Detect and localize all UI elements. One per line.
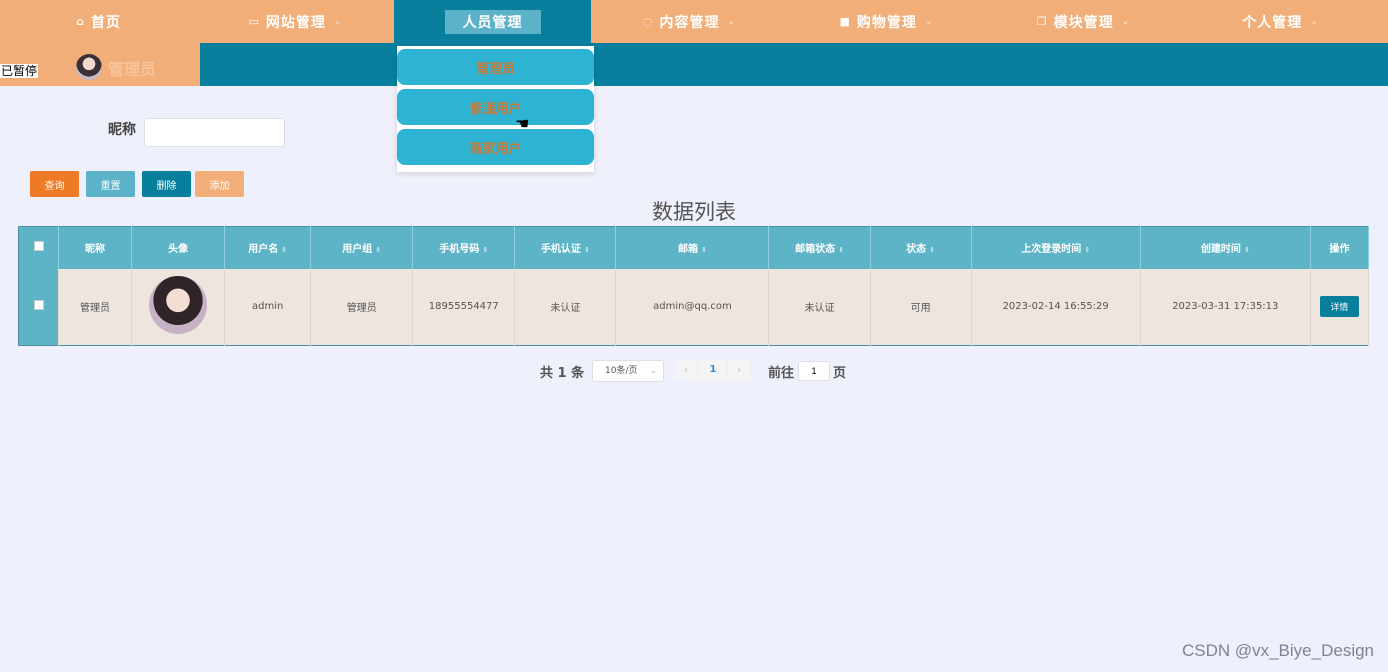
nav-module-label: 模块管理 — [1053, 14, 1114, 31]
goto-unit: 页 — [833, 366, 847, 381]
nickname-label: 昵称 — [108, 122, 136, 138]
home-icon: ⌂ — [76, 15, 85, 28]
col-email[interactable]: 邮箱 ⇕ — [615, 226, 770, 269]
nickname-input[interactable] — [144, 118, 285, 147]
prev-page-button[interactable]: ‹ — [675, 360, 697, 380]
cell-phone: 18955554477 — [412, 268, 516, 346]
delete-button[interactable]: 删除 — [142, 171, 191, 197]
cell-action: 详情 — [1310, 268, 1370, 346]
watermark: CSDN @vx_Biye_Design — [1181, 641, 1374, 660]
col-created[interactable]: 创建时间 ⇕ — [1140, 226, 1311, 269]
cell-status: 可用 — [870, 268, 972, 346]
pagination: 共 1 条 10条/页 ⌄ ‹ 1 › 前往 页 — [0, 360, 1388, 382]
nav-personnel-management[interactable]: 人员管理 — [394, 0, 591, 43]
nav-personal-management[interactable]: 个人管理 ⌄ — [1182, 0, 1379, 43]
nav-module-management[interactable]: ❐ 模块管理 ⌄ — [985, 0, 1182, 43]
cell-username: admin — [224, 268, 312, 346]
nav-personal-label: 个人管理 — [1242, 14, 1303, 31]
cell-created: 2023-03-31 17:35:13 — [1140, 268, 1311, 346]
sort-icon[interactable]: ⇕ — [838, 245, 844, 254]
dropdown-item-admin[interactable]: 管理员 — [397, 49, 594, 85]
sort-icon[interactable]: ⇕ — [1084, 245, 1090, 254]
bag-icon: ■ — [839, 15, 851, 28]
reset-button[interactable]: 重置 — [86, 171, 135, 197]
col-action: 操作 — [1310, 226, 1370, 269]
select-all-cell — [18, 226, 60, 269]
col-username[interactable]: 用户名 ⇕ — [224, 226, 312, 269]
nav-content-management[interactable]: ◌ 内容管理 ⌄ — [591, 0, 788, 43]
table-header-row: 昵称 头像 用户名 ⇕ 用户组 ⇕ 手机号码 ⇕ 手机认证 ⇕ 邮箱 ⇕ 邮箱状态 ⇕ 状态… — [18, 226, 1370, 269]
nav-shopping-management[interactable]: ■ 购物管理 ⌄ — [788, 0, 985, 43]
add-button[interactable]: 添加 — [195, 171, 244, 197]
nav-personnel-label: 人员管理 — [444, 9, 541, 34]
user-avatar-image — [149, 276, 208, 335]
dropdown-item-merchant-user[interactable]: 商家用户 — [397, 129, 594, 165]
dropdown-item-normal-user[interactable]: 普通用户 — [397, 89, 594, 125]
query-button[interactable]: 查询 — [30, 171, 79, 197]
page-number-current[interactable]: 1 — [700, 360, 726, 380]
chevron-down-icon: ⌄ — [727, 16, 737, 27]
col-avatar: 头像 — [131, 226, 226, 269]
row-select-cell — [18, 268, 60, 346]
col-nickname: 昵称 — [58, 226, 133, 269]
cell-nickname: 管理员 — [58, 268, 133, 346]
cell-avatar — [131, 268, 226, 346]
nav-home[interactable]: ⌂ 首页 — [0, 0, 197, 43]
nav-home-label: 首页 — [90, 14, 121, 31]
page-size-value: 10条/页 — [605, 366, 638, 376]
cell-last-login: 2023-02-14 16:55:29 — [971, 268, 1141, 346]
hand-cursor-icon: ☚ — [515, 114, 530, 133]
goto-page-input[interactable] — [798, 361, 830, 381]
nav-shopping-label: 购物管理 — [856, 14, 917, 31]
chevron-down-icon: ⌄ — [333, 16, 343, 27]
sort-icon[interactable]: ⇕ — [482, 245, 488, 254]
copy-icon: ❐ — [1036, 15, 1048, 28]
cell-email-status: 未认证 — [768, 268, 871, 346]
col-group[interactable]: 用户组 ⇕ — [310, 226, 414, 269]
nav-content-label: 内容管理 — [659, 14, 720, 31]
goto-label: 前往 — [768, 366, 795, 381]
monitor-icon: ▭ — [248, 15, 260, 28]
sub-bar — [0, 43, 1388, 86]
sort-icon[interactable]: ⇕ — [281, 245, 287, 254]
personnel-dropdown-menu: 管理员 普通用户 商家用户 — [397, 46, 594, 172]
next-page-button[interactable]: › — [728, 360, 750, 380]
chevron-down-icon: ⌄ — [1121, 16, 1131, 27]
chat-icon: ◌ — [642, 15, 654, 28]
select-all-checkbox[interactable] — [33, 241, 44, 252]
col-status[interactable]: 状态 ⇕ — [870, 226, 972, 269]
cell-phone-verify: 未认证 — [514, 268, 617, 346]
sort-icon[interactable]: ⇕ — [375, 245, 381, 254]
chevron-down-icon: ⌄ — [649, 366, 657, 376]
col-phone-verify[interactable]: 手机认证 ⇕ — [514, 226, 617, 269]
col-last-login[interactable]: 上次登录时间 ⇕ — [971, 226, 1141, 269]
sort-icon[interactable]: ⇕ — [1244, 245, 1250, 254]
nav-site-label: 网站管理 — [265, 14, 326, 31]
sort-icon[interactable]: ⇕ — [584, 245, 590, 254]
list-title: 数据列表 — [652, 200, 736, 224]
paused-label: 已暂停 — [0, 64, 39, 78]
col-phone[interactable]: 手机号码 ⇕ — [412, 226, 516, 269]
chevron-down-icon: ⌄ — [1310, 16, 1319, 27]
detail-button[interactable]: 详情 — [1319, 296, 1359, 318]
user-name[interactable]: 管理员 — [108, 56, 156, 80]
table-row: 管理员 admin 管理员 18955554477 未认证 admin@qq.c… — [18, 268, 1370, 346]
nav-site-management[interactable]: ▭ 网站管理 ⌄ — [197, 0, 394, 43]
chevron-down-icon: ⌄ — [924, 16, 934, 27]
sort-icon[interactable]: ⇕ — [929, 245, 935, 254]
top-nav: ⌂ 首页 ▭ 网站管理 ⌄ 人员管理 ◌ 内容管理 ⌄ ■ 购物管理 ⌄ ❐ 模… — [0, 0, 1388, 43]
row-checkbox[interactable] — [33, 300, 44, 311]
data-table: 昵称 头像 用户名 ⇕ 用户组 ⇕ 手机号码 ⇕ 手机认证 ⇕ 邮箱 ⇕ 邮箱状态 ⇕ 状态… — [18, 226, 1370, 346]
sort-icon[interactable]: ⇕ — [701, 245, 707, 254]
user-avatar[interactable] — [76, 54, 102, 80]
cell-group: 管理员 — [310, 268, 414, 346]
col-email-status[interactable]: 邮箱状态 ⇕ — [768, 226, 871, 269]
cell-email: admin@qq.com — [615, 268, 770, 346]
page-size-select[interactable]: 10条/页 ⌄ — [592, 360, 664, 382]
total-count: 共 1 条 — [540, 366, 585, 381]
